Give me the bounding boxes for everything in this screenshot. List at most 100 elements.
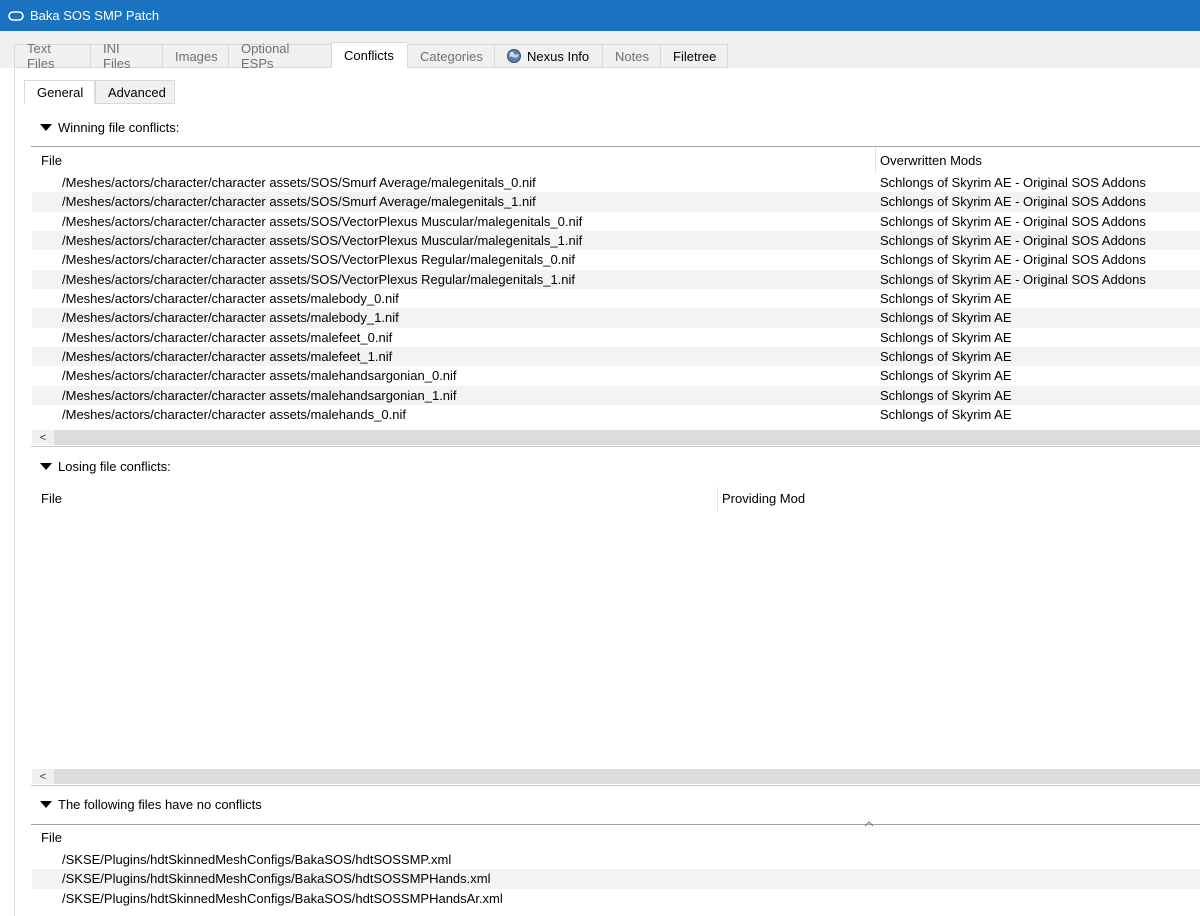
row-file-path: /Meshes/actors/character/character asset…	[62, 290, 399, 306]
table-row[interactable]: /SKSE/Plugins/hdtSkinnedMeshConfigs/Baka…	[32, 850, 1200, 869]
row-file-path: /Meshes/actors/character/character asset…	[62, 232, 583, 248]
winning-conflicts-list[interactable]: /Meshes/actors/character/character asset…	[32, 173, 1200, 427]
table-row[interactable]: /Meshes/actors/character/character asset…	[32, 366, 1200, 385]
losing-conflicts-header: Losing file conflicts:	[58, 459, 171, 474]
subtab-general[interactable]: General	[24, 80, 95, 104]
table-row[interactable]: /Meshes/actors/character/character asset…	[32, 385, 1200, 405]
subtab-advanced[interactable]: Advanced	[95, 80, 175, 104]
row-file-path: /Meshes/actors/character/character asset…	[62, 252, 576, 268]
no-conflicts-header: The following files have no conflicts	[58, 797, 262, 812]
row-file-path: /Meshes/actors/character/character asset…	[62, 368, 457, 384]
row-file-path: /Meshes/actors/character/character asset…	[62, 213, 583, 229]
row-file-path: /Meshes/actors/character/character asset…	[62, 329, 393, 345]
tab-categories[interactable]: Categories	[407, 44, 494, 68]
row-file-path: /SKSE/Plugins/hdtSkinnedMeshConfigs/Baka…	[62, 871, 491, 887]
row-overwritten-mod: Schlongs of Skyrim AE - Original SOS Add…	[880, 232, 1146, 248]
no-conflicts-toggle[interactable]: The following files have no conflicts	[40, 797, 262, 812]
column-divider[interactable]	[875, 148, 876, 172]
main-tab-bar: Text Files INI Files Images Optional ESP…	[14, 41, 728, 71]
no-conflicts-column-file[interactable]: File	[41, 830, 62, 845]
losing-horizontal-scrollbar[interactable]: <	[32, 769, 1200, 784]
sort-caret-up-icon	[864, 821, 874, 827]
row-overwritten-mod: Schlongs of Skyrim AE - Original SOS Add…	[880, 271, 1146, 287]
row-file-path: /Meshes/actors/character/character asset…	[62, 175, 536, 190]
table-row[interactable]: /Meshes/actors/character/character asset…	[32, 269, 1200, 289]
no-conflicts-list[interactable]: /SKSE/Plugins/hdtSkinnedMeshConfigs/Baka…	[32, 850, 1200, 916]
table-row[interactable]: /SKSE/Plugins/hdtSkinnedMeshConfigs/Baka…	[32, 889, 1200, 908]
section-separator	[31, 446, 1200, 447]
table-row[interactable]: /Meshes/actors/character/character asset…	[32, 212, 1200, 231]
tab-images[interactable]: Images	[162, 44, 228, 68]
tab-label: Optional ESPs	[241, 41, 290, 71]
losing-column-providing-mod[interactable]: Providing Mod	[722, 491, 805, 506]
tab-nexus-info[interactable]: Nexus Info	[494, 44, 602, 68]
tab-label: Notes	[615, 48, 649, 64]
table-row[interactable]: /Meshes/actors/character/character asset…	[32, 250, 1200, 269]
row-overwritten-mod: Schlongs of Skyrim AE	[880, 406, 1012, 422]
winning-column-file[interactable]: File	[41, 153, 62, 168]
table-row[interactable]: /Meshes/actors/character/character asset…	[32, 230, 1200, 251]
row-overwritten-mod: Schlongs of Skyrim AE	[880, 368, 1012, 384]
tab-ini-files[interactable]: INI Files	[90, 41, 162, 71]
section-separator	[31, 824, 1200, 825]
title-bar: Baka SOS SMP Patch	[0, 0, 1200, 31]
row-file-path: /SKSE/Plugins/hdtSkinnedMeshConfigs/Baka…	[62, 890, 503, 906]
scroll-left-icon: <	[39, 431, 47, 444]
subtab-label: General	[37, 84, 84, 100]
row-file-path: /Meshes/actors/character/character asset…	[62, 310, 399, 326]
section-separator	[31, 146, 1200, 147]
table-row[interactable]: /Meshes/actors/character/character asset…	[32, 289, 1200, 308]
table-row[interactable]: /Meshes/actors/character/character asset…	[32, 192, 1200, 212]
row-file-path: /Meshes/actors/character/character asset…	[62, 194, 536, 210]
row-file-path: /Meshes/actors/character/character asset…	[62, 406, 406, 422]
column-divider[interactable]	[717, 487, 718, 511]
table-row[interactable]: /Meshes/actors/character/character asset…	[32, 173, 1200, 192]
tab-filetree[interactable]: Filetree	[660, 44, 728, 68]
row-overwritten-mod: Schlongs of Skyrim AE	[880, 290, 1012, 306]
row-overwritten-mod: Schlongs of Skyrim AE	[880, 329, 1012, 345]
section-separator	[31, 785, 1200, 786]
collapse-triangle-icon	[40, 124, 52, 131]
tab-label: Text Files	[27, 41, 55, 71]
scroll-left-icon: <	[39, 770, 47, 783]
scroll-left-button[interactable]: <	[32, 769, 54, 784]
subtab-label: Advanced	[108, 84, 166, 100]
losing-conflicts-toggle[interactable]: Losing file conflicts:	[40, 459, 171, 474]
scroll-left-button[interactable]: <	[32, 430, 54, 445]
globe-icon	[507, 49, 521, 63]
tab-optional-esps[interactable]: Optional ESPs	[228, 41, 331, 71]
table-row[interactable]: /Meshes/actors/character/character asset…	[32, 346, 1200, 367]
tab-notes[interactable]: Notes	[602, 44, 660, 68]
winning-conflicts-header: Winning file conflicts:	[58, 120, 180, 135]
row-overwritten-mod: Schlongs of Skyrim AE - Original SOS Add…	[880, 213, 1146, 229]
table-row[interactable]: /Meshes/actors/character/character asset…	[32, 328, 1200, 347]
tab-label: Nexus Info	[527, 48, 590, 64]
row-overwritten-mod: Schlongs of Skyrim AE - Original SOS Add…	[880, 252, 1146, 268]
window-title: Baka SOS SMP Patch	[30, 8, 160, 23]
tab-label: Categories	[420, 48, 483, 64]
losing-conflicts-list[interactable]	[32, 512, 1200, 766]
row-overwritten-mod: Schlongs of Skyrim AE - Original SOS Add…	[880, 194, 1146, 210]
row-overwritten-mod: Schlongs of Skyrim AE - Original SOS Add…	[880, 175, 1146, 190]
row-file-path: /Meshes/actors/character/character asset…	[62, 348, 393, 364]
tab-label: INI Files	[103, 41, 131, 71]
tab-label: Images	[175, 48, 218, 64]
sub-tab-bar: General Advanced	[24, 80, 175, 104]
row-file-path: /SKSE/Plugins/hdtSkinnedMeshConfigs/Baka…	[62, 852, 452, 867]
tab-label: Conflicts	[344, 47, 394, 63]
collapse-triangle-icon	[40, 801, 52, 808]
tab-text-files[interactable]: Text Files	[14, 41, 90, 71]
winning-column-overwritten-mods[interactable]: Overwritten Mods	[880, 153, 982, 168]
table-row[interactable]: /Meshes/actors/character/character asset…	[32, 308, 1200, 328]
table-row[interactable]: /SKSE/Plugins/hdtSkinnedMeshConfigs/Baka…	[32, 869, 1200, 889]
winning-horizontal-scrollbar[interactable]: <	[32, 430, 1200, 445]
tab-conflicts[interactable]: Conflicts	[331, 42, 407, 68]
app-icon	[8, 10, 24, 21]
losing-column-file[interactable]: File	[41, 491, 62, 506]
winning-conflicts-toggle[interactable]: Winning file conflicts:	[40, 120, 179, 135]
row-file-path: /Meshes/actors/character/character asset…	[62, 387, 457, 403]
table-row[interactable]: /Meshes/actors/character/character asset…	[32, 405, 1200, 424]
tab-label: Filetree	[673, 48, 717, 64]
collapse-triangle-icon	[40, 463, 52, 470]
row-overwritten-mod: Schlongs of Skyrim AE	[880, 310, 1012, 326]
